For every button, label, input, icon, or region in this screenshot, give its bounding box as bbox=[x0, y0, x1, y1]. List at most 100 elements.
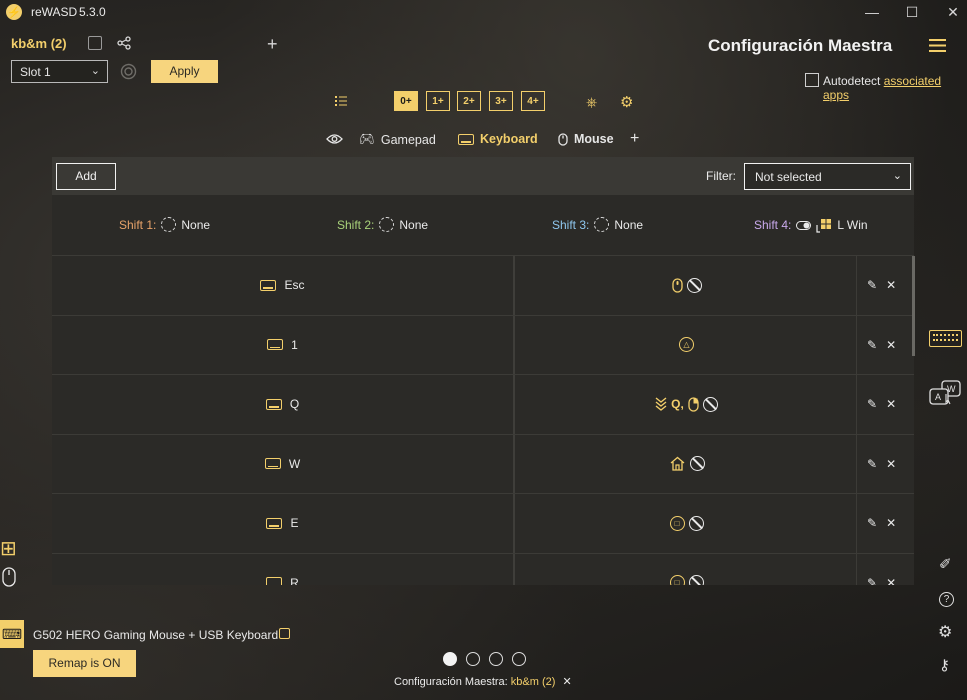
keyboard-icon bbox=[260, 279, 277, 291]
edit-pencil-icon[interactable]: ✎ bbox=[867, 397, 877, 411]
keyboard-icon bbox=[267, 339, 284, 351]
autodetect-checkbox[interactable] bbox=[805, 73, 819, 87]
windows-key-icon bbox=[816, 219, 832, 233]
disabled-icon bbox=[688, 575, 704, 585]
slot-dot-1[interactable] bbox=[443, 652, 457, 666]
table-row[interactable]: Q Q, ✎ ✕ bbox=[52, 374, 914, 434]
list-icon[interactable] bbox=[335, 95, 347, 107]
source-key: Esc bbox=[52, 256, 515, 315]
copy-icon[interactable] bbox=[279, 628, 290, 639]
disabled-icon bbox=[702, 396, 718, 412]
save-icon[interactable] bbox=[88, 36, 102, 50]
scrollbar-thumb[interactable] bbox=[912, 256, 915, 356]
add-config-icon[interactable]: + bbox=[267, 34, 278, 55]
delete-icon[interactable]: ✕ bbox=[886, 397, 896, 411]
delete-icon[interactable]: ✕ bbox=[886, 338, 896, 352]
edit-pencil-icon[interactable]: ✎ bbox=[867, 457, 877, 471]
config-name[interactable]: kb&m (2) bbox=[11, 36, 67, 51]
tab-gamepad-label: Gamepad bbox=[380, 132, 436, 147]
layer-3-button[interactable]: 3 + bbox=[489, 91, 513, 111]
mapping-target[interactable] bbox=[517, 256, 857, 315]
autodetect-label: Autodetect associated apps bbox=[823, 74, 967, 102]
source-key-label: Esc bbox=[284, 278, 305, 293]
mapping-target[interactable]: △ bbox=[517, 315, 857, 374]
dashed-circle-icon bbox=[161, 217, 177, 232]
filter-label: Filter: bbox=[706, 169, 736, 183]
shift-2-label: Shift 2: bbox=[337, 217, 375, 232]
filter-select[interactable]: Not selected ⌄ bbox=[744, 163, 911, 190]
minimize-button[interactable]: — bbox=[857, 2, 887, 22]
tab-keyboard-label: Keyboard bbox=[480, 132, 538, 146]
edit-pencil-icon[interactable]: ✎ bbox=[867, 516, 877, 530]
edit-pencil-icon[interactable]: ✎ bbox=[867, 338, 877, 352]
close-icon[interactable]: ✕ bbox=[562, 676, 571, 688]
table-row[interactable]: R □ ✎ ✕ bbox=[52, 552, 914, 585]
mouse-wheel-icon bbox=[671, 278, 683, 293]
disabled-icon bbox=[688, 515, 704, 531]
settings-gear-icon[interactable]: ⚙ bbox=[938, 622, 952, 642]
mapping-target[interactable]: □ bbox=[517, 553, 857, 585]
keyboard-icon bbox=[458, 133, 474, 145]
shift-3-value: None bbox=[614, 217, 644, 232]
source-key-label: Q bbox=[289, 397, 300, 412]
layer-2-button[interactable]: 2 + bbox=[457, 91, 481, 111]
key-combo-icon[interactable]: W A bbox=[929, 380, 963, 406]
delete-icon[interactable]: ✕ bbox=[886, 516, 896, 530]
toggle-icon bbox=[796, 220, 812, 230]
playstation-icon[interactable]: ⎈ bbox=[586, 94, 597, 111]
tab-keyboard[interactable]: Keyboard bbox=[458, 132, 538, 146]
share-icon[interactable] bbox=[117, 36, 131, 50]
shift-2[interactable]: Shift 2: None bbox=[337, 217, 428, 232]
chevrons-down-icon bbox=[655, 397, 667, 412]
slot-select[interactable]: Slot 1 ⌄ bbox=[11, 60, 108, 83]
shift-row: Shift 1: None Shift 2: None Shift 3: Non… bbox=[52, 195, 914, 255]
shift-4[interactable]: Shift 4: L Win bbox=[754, 217, 868, 233]
edit-pencil-icon[interactable]: ✎ bbox=[867, 576, 877, 585]
slot-dot-2[interactable] bbox=[466, 652, 480, 666]
row-actions: ✎ ✕ bbox=[867, 316, 907, 375]
square-button-icon: □ bbox=[669, 515, 685, 531]
hamburger-menu-icon[interactable] bbox=[929, 38, 946, 53]
add-button[interactable]: Add bbox=[56, 163, 116, 190]
tab-gamepad[interactable]: 🎮︎ Gamepad bbox=[359, 132, 436, 147]
table-row[interactable]: Esc ✎ ✕ bbox=[52, 255, 914, 315]
add-device-tab-icon[interactable]: + bbox=[630, 130, 639, 148]
layer-1-button[interactable]: 1 + bbox=[426, 91, 450, 111]
apply-button[interactable]: Apply bbox=[151, 60, 218, 83]
source-key: W bbox=[52, 434, 515, 493]
mapping-target[interactable]: Q, bbox=[517, 375, 857, 434]
layer-3-label: 3 bbox=[495, 95, 501, 107]
delete-icon[interactable]: ✕ bbox=[886, 457, 896, 471]
broom-icon[interactable]: ✐ bbox=[939, 555, 952, 573]
eye-icon[interactable] bbox=[326, 133, 343, 145]
virtual-keyboard-icon[interactable] bbox=[929, 330, 962, 347]
mapping-target[interactable] bbox=[517, 434, 857, 493]
target-icon[interactable] bbox=[120, 63, 137, 80]
tab-mouse[interactable]: Mouse bbox=[558, 132, 614, 146]
slot-dot-3[interactable] bbox=[489, 652, 503, 666]
source-key-label: W bbox=[288, 456, 301, 471]
device-mouse-icon[interactable] bbox=[2, 566, 16, 588]
shift-3[interactable]: Shift 3: None bbox=[552, 217, 643, 232]
device-gamepad-icon[interactable]: ⊞ bbox=[0, 536, 17, 561]
table-row[interactable]: E □ ✎ ✕ bbox=[52, 493, 914, 553]
layer-0-button[interactable]: 0 + bbox=[394, 91, 418, 111]
key-license-icon[interactable]: ⚷ bbox=[939, 656, 950, 674]
help-icon[interactable]: ? bbox=[939, 592, 954, 607]
delete-icon[interactable]: ✕ bbox=[886, 576, 896, 585]
close-window-button[interactable]: ✕ bbox=[938, 2, 967, 22]
table-row[interactable]: W ✎ ✕ bbox=[52, 433, 914, 493]
row-actions: ✎ ✕ bbox=[867, 554, 907, 585]
layer-4-button[interactable]: 4 + bbox=[521, 91, 545, 111]
shift-1[interactable]: Shift 1: None bbox=[119, 217, 210, 232]
table-row[interactable]: 1 △ ✎ ✕ bbox=[52, 314, 914, 375]
combo-gamepad-icon[interactable]: ⚙ bbox=[620, 93, 633, 111]
keyboard-icon bbox=[264, 458, 281, 470]
edit-pencil-icon[interactable]: ✎ bbox=[867, 278, 877, 292]
remap-toggle-button[interactable]: Remap is ON bbox=[33, 650, 136, 677]
slot-dot-4[interactable] bbox=[512, 652, 526, 666]
mapping-target[interactable]: □ bbox=[517, 494, 857, 553]
status-config-name: kb&m (2) bbox=[510, 676, 556, 688]
maximize-button[interactable]: ☐ bbox=[897, 2, 927, 22]
delete-icon[interactable]: ✕ bbox=[886, 278, 896, 292]
